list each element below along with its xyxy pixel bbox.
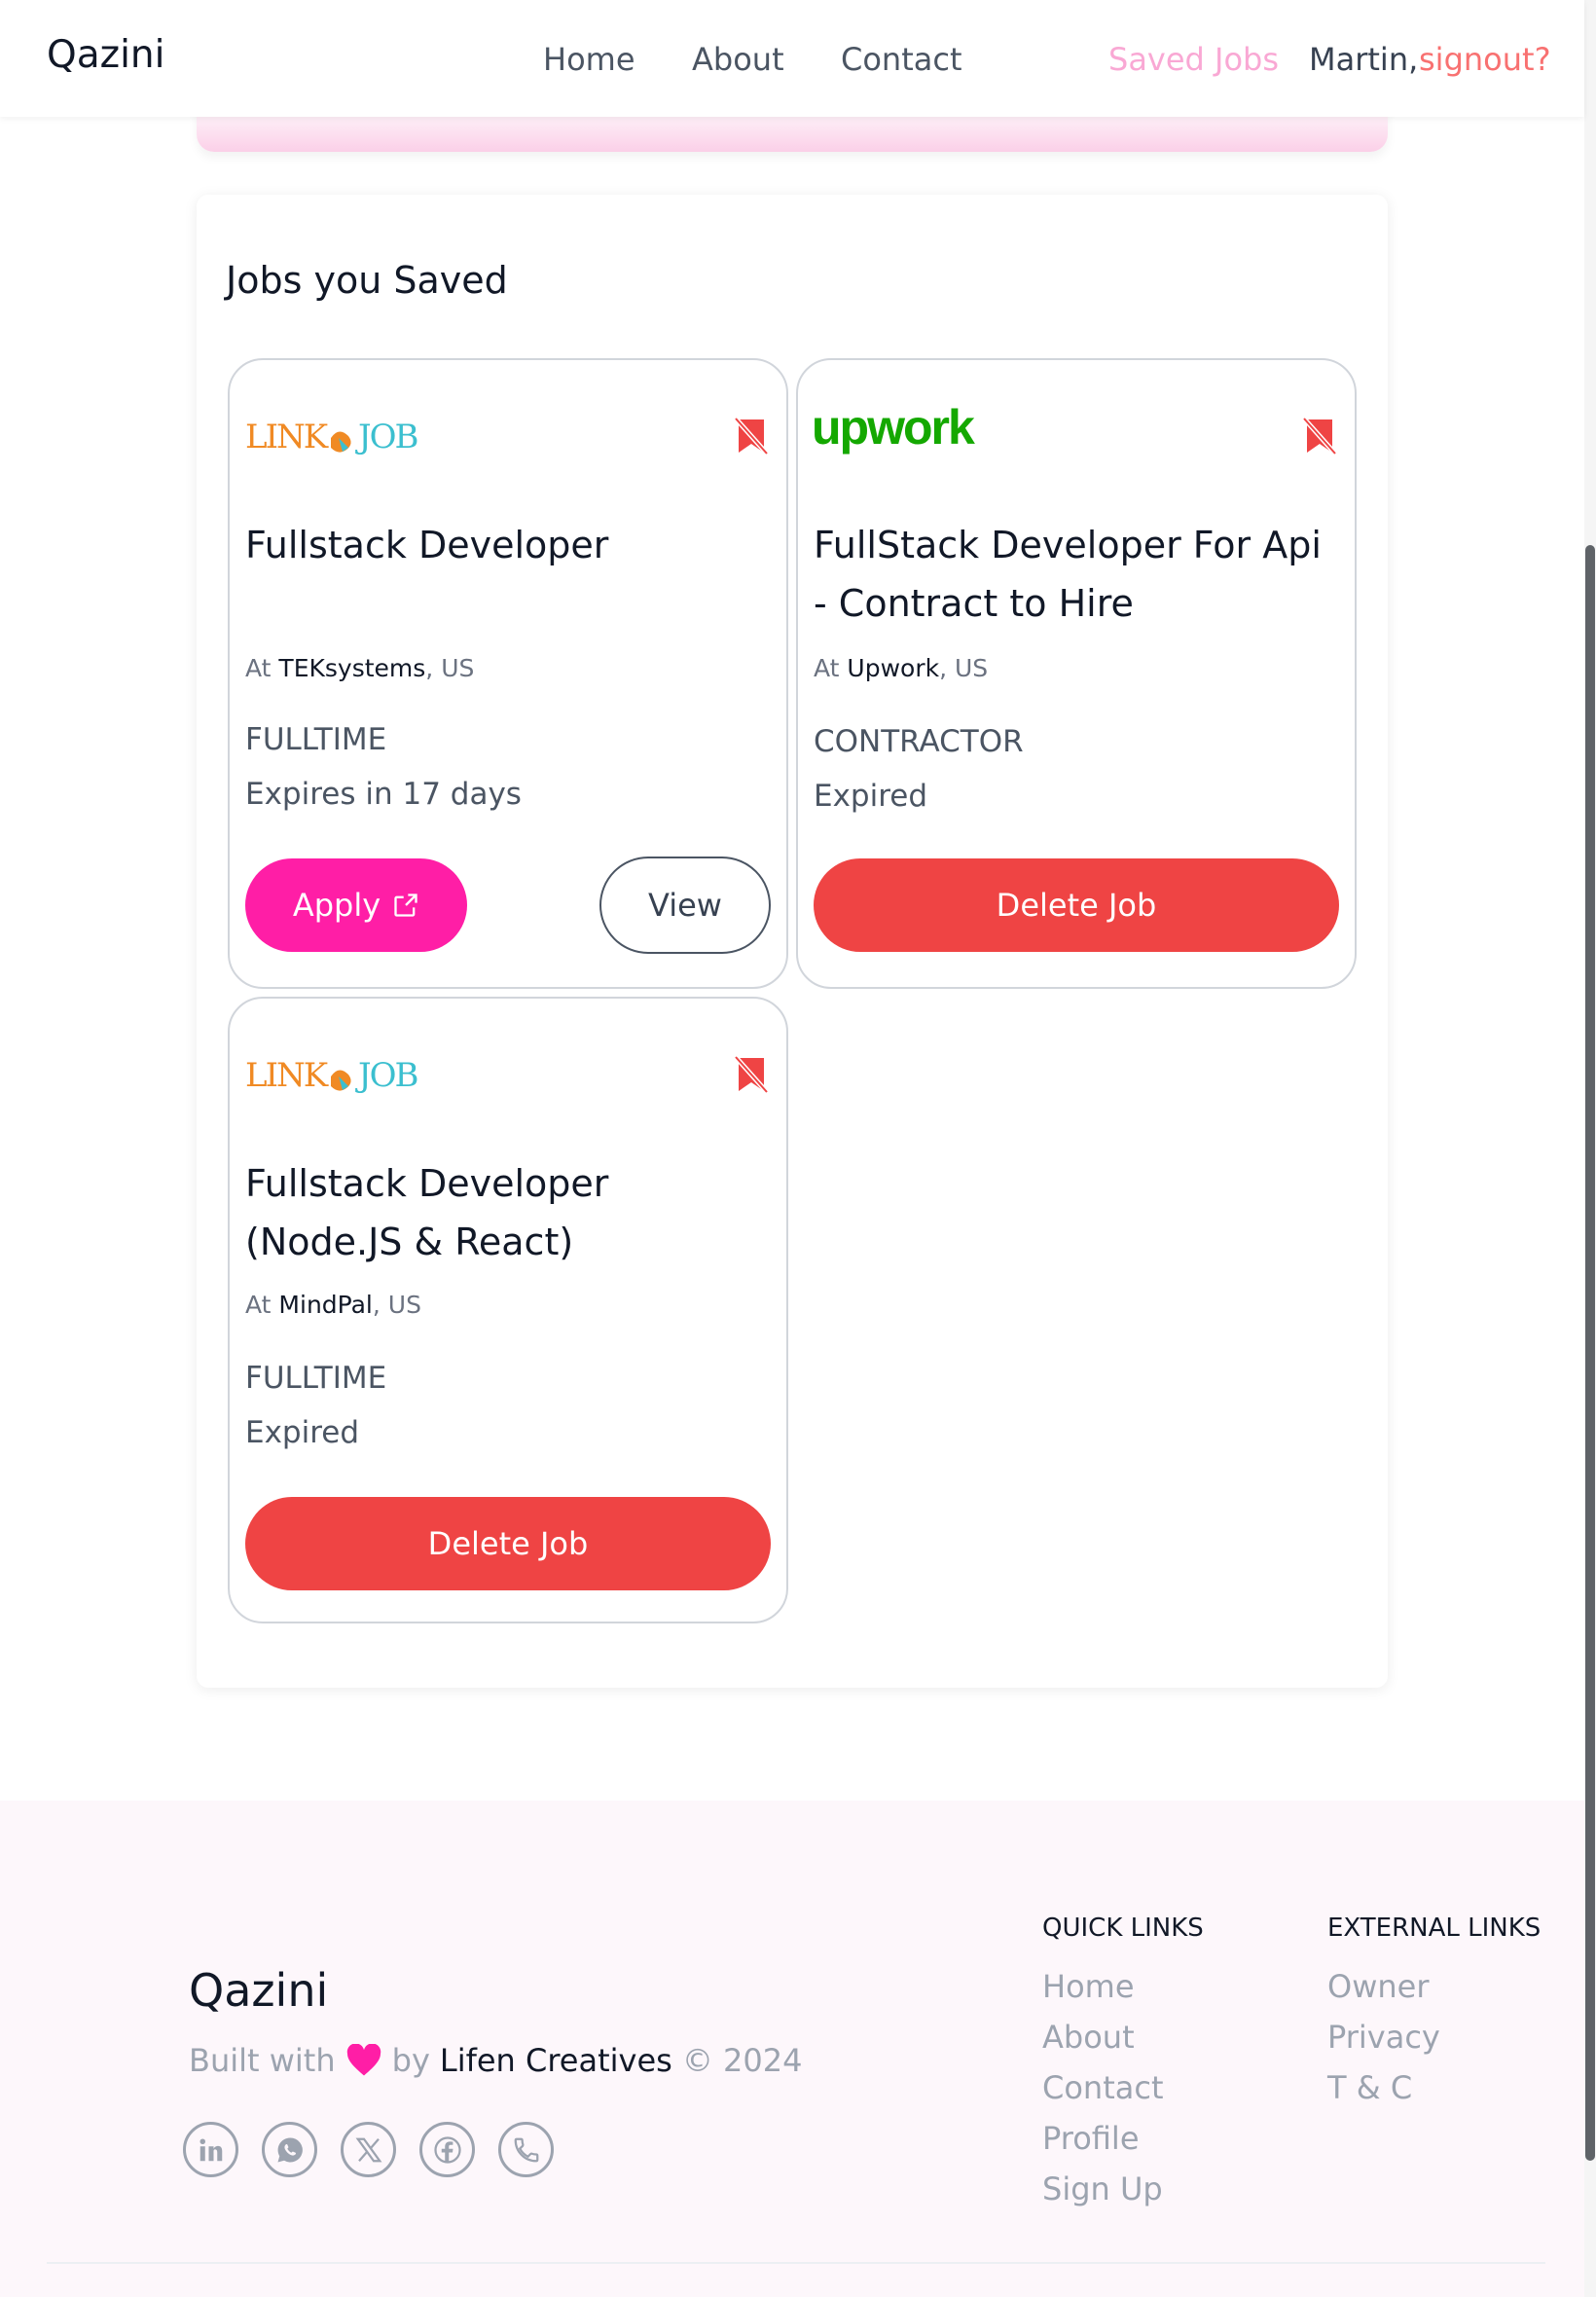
apply-button[interactable]: Apply <box>245 858 467 952</box>
by-text: by <box>391 2042 430 2079</box>
company-name: TEKsystems <box>278 654 426 682</box>
linkedin-icon[interactable] <box>183 2122 238 2177</box>
built-with-text: Built with <box>189 2042 336 2079</box>
nav-about[interactable]: About <box>692 41 784 78</box>
nav-saved-jobs[interactable]: Saved Jobs <box>1108 41 1279 78</box>
footer-brand: Qazini <box>189 1964 329 2017</box>
job-title[interactable]: Fullstack Developer <box>245 516 777 574</box>
job-location: , US <box>939 654 989 682</box>
footer-link-signup[interactable]: Sign Up <box>1042 2170 1163 2207</box>
company-name: Upwork <box>847 654 940 682</box>
footer-divider <box>47 2262 1545 2264</box>
upwork-logo: upwork <box>812 405 977 455</box>
copyright-text: © 2024 <box>681 2042 803 2079</box>
job-type: FULLTIME <box>245 1361 387 1396</box>
linkjob-logo: LINK JOB <box>245 418 419 456</box>
svg-text:JOB: JOB <box>355 1056 417 1095</box>
view-button[interactable]: View <box>599 857 771 954</box>
job-expiry: Expired <box>245 1415 360 1450</box>
svg-text:LINK: LINK <box>245 418 329 456</box>
footer-link-contact[interactable]: Contact <box>1042 2069 1164 2106</box>
job-card: upwork FullStack Developer For Api - Con… <box>796 358 1357 989</box>
external-link-icon <box>394 893 417 917</box>
nav-home[interactable]: Home <box>543 41 635 78</box>
social-links <box>183 2122 554 2177</box>
job-location: , US <box>372 1291 421 1319</box>
apply-label: Apply <box>292 887 381 924</box>
nav-contact[interactable]: Contact <box>841 41 962 78</box>
navbar: Qazini Home About Contact Saved Jobs Mar… <box>0 0 1584 117</box>
external-links-title: EXTERNAL LINKS <box>1327 1914 1542 1943</box>
delete-job-button[interactable]: Delete Job <box>814 858 1339 952</box>
scrollbar-thumb[interactable] <box>1585 545 1595 2161</box>
heart-icon <box>346 2044 381 2076</box>
job-type: FULLTIME <box>245 722 387 757</box>
whatsapp-icon[interactable] <box>262 2122 317 2177</box>
at-label: At <box>245 654 272 682</box>
job-card: LINK JOB Fullstack Developer (Node.JS & … <box>228 997 788 1623</box>
footer: Qazini Built with by Lifen Creatives © 2… <box>0 1801 1584 2297</box>
footer-link-about[interactable]: About <box>1042 2019 1135 2056</box>
remove-bookmark-icon[interactable] <box>734 417 769 456</box>
saved-jobs-panel: Jobs you Saved LINK JOB Fullstack Develo… <box>197 195 1388 1688</box>
x-icon[interactable] <box>341 2122 396 2177</box>
svg-text:JOB: JOB <box>355 418 417 456</box>
remove-bookmark-icon[interactable] <box>734 1055 769 1094</box>
footer-link-owner[interactable]: Owner <box>1327 1968 1429 2005</box>
maker-link[interactable]: Lifen Creatives <box>440 2042 672 2079</box>
job-company-line: At Upwork, US <box>814 654 988 682</box>
footer-link-profile[interactable]: Profile <box>1042 2120 1140 2157</box>
job-company-line: At MindPal, US <box>245 1291 421 1319</box>
job-title[interactable]: FullStack Developer For Api - Contract t… <box>814 516 1345 633</box>
remove-bookmark-icon[interactable] <box>1302 417 1337 456</box>
quick-links-title: QUICK LINKS <box>1042 1914 1204 1943</box>
company-name: MindPal <box>278 1291 373 1319</box>
brand-logo[interactable]: Qazini <box>47 33 164 77</box>
job-card: LINK JOB Fullstack Developer At TEKsyste… <box>228 358 788 989</box>
job-title[interactable]: Fullstack Developer (Node.JS & React) <box>245 1154 777 1271</box>
facebook-icon[interactable] <box>419 2122 475 2177</box>
footer-credit: Built with by Lifen Creatives © 2024 <box>189 2042 802 2079</box>
user-name: Martin, <box>1309 41 1419 78</box>
job-type: CONTRACTOR <box>814 724 1024 759</box>
svg-text:upwork: upwork <box>812 405 975 455</box>
at-label: At <box>814 654 840 682</box>
svg-text:LINK: LINK <box>245 1056 329 1095</box>
footer-link-terms[interactable]: T & C <box>1327 2069 1412 2106</box>
footer-link-privacy[interactable]: Privacy <box>1327 2019 1440 2056</box>
linkjob-logo: LINK JOB <box>245 1056 419 1095</box>
job-expiry: Expires in 17 days <box>245 777 522 812</box>
at-label: At <box>245 1291 272 1319</box>
phone-icon[interactable] <box>498 2122 554 2177</box>
job-company-line: At TEKsystems, US <box>245 654 474 682</box>
job-expiry: Expired <box>814 779 928 814</box>
footer-link-home[interactable]: Home <box>1042 1968 1135 2005</box>
job-location: , US <box>425 654 475 682</box>
page-title: Jobs you Saved <box>226 259 508 302</box>
delete-job-button[interactable]: Delete Job <box>245 1497 771 1590</box>
signout-link[interactable]: signout? <box>1419 41 1551 78</box>
